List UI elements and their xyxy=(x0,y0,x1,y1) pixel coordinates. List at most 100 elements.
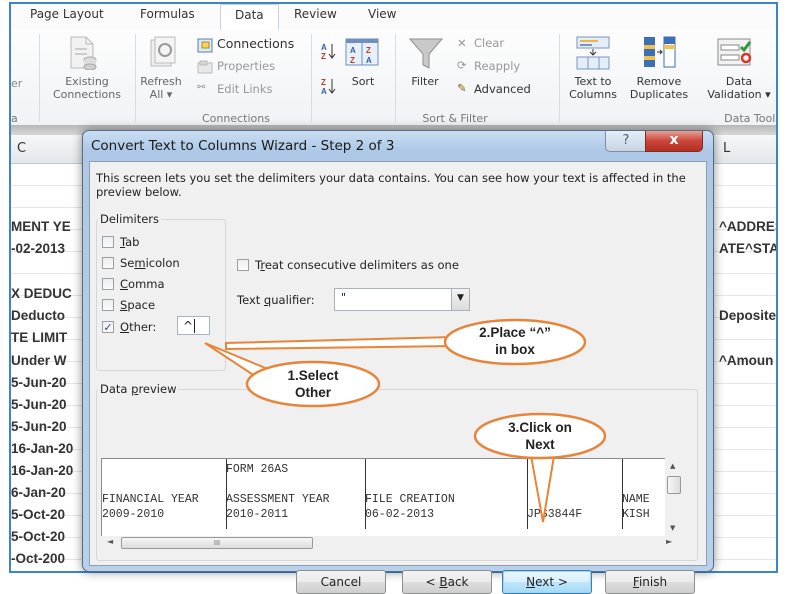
clear-label: Clear xyxy=(474,36,505,50)
sheet-cell-left[interactable]: TE LIMIT xyxy=(11,330,91,345)
text-qualifier-dropdown[interactable]: " ▼ xyxy=(334,288,470,311)
sheet-cell-left[interactable]: 5-Jun-20 xyxy=(11,397,91,412)
next-button[interactable]: Next > xyxy=(502,570,592,594)
sheet-cell-left[interactable]: 16-Jan-20 xyxy=(11,463,91,478)
treat-consecutive-label: Treat consecutive delimiters as one xyxy=(255,258,459,272)
help-button[interactable]: ? xyxy=(605,131,647,152)
tab-formulas[interactable]: Formulas xyxy=(140,7,195,21)
comma-checkbox-box[interactable] xyxy=(102,278,114,290)
chevron-down-icon[interactable]: ▼ xyxy=(451,289,469,310)
preview-column[interactable]: FILE CREATION 06-02-2013 xyxy=(365,459,528,529)
partial-button-label[interactable]: er xyxy=(11,77,22,90)
back-button[interactable]: < Back xyxy=(402,570,492,594)
sheet-cell-left[interactable]: Under W xyxy=(11,353,91,368)
sheet-cell-left[interactable]: Deducto xyxy=(11,308,91,323)
scroll-up-icon[interactable]: ▲ xyxy=(670,462,675,470)
scroll-down-icon[interactable]: ▼ xyxy=(670,524,675,532)
preview-cell: 06-02-2013 xyxy=(365,508,435,521)
text-qualifier-label: Text qualifier: xyxy=(237,293,315,307)
partial-group-label: a xyxy=(11,112,18,125)
sheet-cell-right[interactable]: Deposite xyxy=(719,308,776,323)
sheet-cell-left[interactable]: 5-Jun-20 xyxy=(11,375,91,390)
group-label-connections: Connections xyxy=(202,112,270,125)
treat-consecutive-checkbox[interactable]: Treat consecutive delimiters as one xyxy=(237,258,459,272)
preview-column[interactable]: FORM 26AS ASSESSMENT YEAR 2010-2011 xyxy=(226,459,366,529)
sheet-cell-left[interactable]: 16-Jan-20 xyxy=(11,441,91,456)
tab-view[interactable]: View xyxy=(368,7,396,21)
other-label: Other: xyxy=(120,320,157,334)
preview-cell: FINANCIAL YEAR xyxy=(102,493,199,506)
preview-cell: KISH xyxy=(622,508,650,521)
sheet-cell-left[interactable]: -02-2013 xyxy=(11,241,91,256)
column-header-c[interactable]: C xyxy=(11,135,91,164)
treat-consecutive-checkbox-box[interactable] xyxy=(237,259,249,271)
sheet-cell-left[interactable]: 6-Jan-20 xyxy=(11,485,91,500)
connections-icon xyxy=(197,38,213,53)
remove-duplicates-label-1: Remove xyxy=(636,75,682,88)
svg-text:A: A xyxy=(321,43,327,52)
semicolon-checkbox-box[interactable] xyxy=(102,257,114,269)
preview-cell: 2009-2010 xyxy=(102,508,165,521)
preview-vertical-scrollbar[interactable]: ▲ ▼ xyxy=(665,458,683,536)
sheet-cell-right[interactable]: ATE^STA xyxy=(719,241,776,256)
advanced-filter-icon: ✎ xyxy=(457,81,467,95)
filter-label: Filter xyxy=(411,75,439,88)
preview-cell: ASSESSMENT YEAR xyxy=(226,493,330,506)
column-header-l[interactable]: L xyxy=(711,135,776,164)
preview-cell: 2010-2011 xyxy=(226,508,289,521)
horizontal-scroll-thumb[interactable]: III xyxy=(121,537,313,549)
scroll-left-icon[interactable]: ◄ xyxy=(107,537,113,546)
filter-funnel-icon xyxy=(409,38,443,69)
data-validation-label-1: Data xyxy=(725,75,753,88)
other-delimiter-input[interactable]: ^ xyxy=(177,316,210,335)
convert-text-to-columns-dialog: Convert Text to Columns Wizard - Step 2 … xyxy=(82,130,714,594)
sort-label: Sort xyxy=(351,75,375,88)
close-button[interactable]: x xyxy=(645,131,703,152)
callout-2-text: 2.Place “^” in box xyxy=(450,324,580,358)
ribbon-separator xyxy=(559,34,560,122)
sheet-cell-left[interactable]: MENT YE xyxy=(11,219,91,234)
sheet-cell-left[interactable]: 5-Jun-20 xyxy=(11,419,91,434)
semicolon-checkbox[interactable]: Semicolon xyxy=(102,256,180,270)
sheet-cell-left[interactable]: X DEDUC xyxy=(11,286,91,301)
comma-checkbox[interactable]: Comma xyxy=(102,277,165,291)
tab-checkbox[interactable]: Tab xyxy=(102,235,139,249)
cancel-button[interactable]: Cancel xyxy=(296,570,386,594)
tab-checkbox-box[interactable] xyxy=(102,236,114,248)
ribbon-separator xyxy=(311,34,312,122)
tab-data[interactable]: Data xyxy=(220,4,279,30)
remove-duplicates-label-2: Duplicates xyxy=(629,88,689,101)
svg-text:Z: Z xyxy=(321,52,326,60)
callout-2-line-2: in box xyxy=(495,342,535,357)
clear-filter-icon: ✕ xyxy=(457,36,467,50)
refresh-all-label-1: Refresh xyxy=(140,75,182,88)
ribbon-tab-bar: Page Layout Formulas Data Review View xyxy=(11,4,776,31)
preview-cell: NAME xyxy=(622,493,650,506)
dialog-instructions: This screen lets you set the delimiters … xyxy=(96,171,686,199)
group-label-sort-filter: Sort & Filter xyxy=(422,112,488,125)
sheet-cell-left[interactable]: 5-Oct-20 xyxy=(11,507,91,522)
sheet-cell-left[interactable]: 5-Oct-20 xyxy=(11,529,91,544)
tab-review[interactable]: Review xyxy=(294,7,337,21)
sheet-cell-right[interactable]: ^Amoun xyxy=(719,353,776,368)
space-checkbox-box[interactable] xyxy=(102,299,114,311)
finish-button[interactable]: Finish xyxy=(605,570,695,594)
sheet-cell-right[interactable]: ^ADDRES xyxy=(719,219,776,234)
reapply-label: Reapply xyxy=(474,59,521,73)
preview-column[interactable]: FINANCIAL YEAR 2009-2010 xyxy=(102,459,227,529)
sheet-cell-left[interactable]: -Oct-200 xyxy=(11,551,91,566)
callout-2-line-1: 2.Place “^” xyxy=(479,325,551,340)
tab-page-layout[interactable]: Page Layout xyxy=(30,7,104,21)
existing-connections-label-2: Connections xyxy=(53,88,121,101)
other-checkbox[interactable]: ✓ Other: xyxy=(102,320,156,334)
other-delimiter-value: ^ xyxy=(183,319,194,333)
preview-horizontal-scrollbar[interactable]: ◄ III ► xyxy=(101,536,683,550)
callout-3-text: 3.Click on Next xyxy=(475,419,605,453)
data-preview-table[interactable]: FINANCIAL YEAR 2009-2010 FORM 26AS ASSESSME… xyxy=(101,458,679,538)
preview-column[interactable]: JPS3844F xyxy=(527,459,623,529)
space-checkbox[interactable]: Space xyxy=(102,298,155,312)
vertical-scroll-thumb[interactable] xyxy=(667,476,681,494)
scroll-right-icon[interactable]: ► xyxy=(666,537,672,546)
other-checkbox-box[interactable]: ✓ xyxy=(102,321,114,334)
svg-text:Z: Z xyxy=(366,46,371,55)
